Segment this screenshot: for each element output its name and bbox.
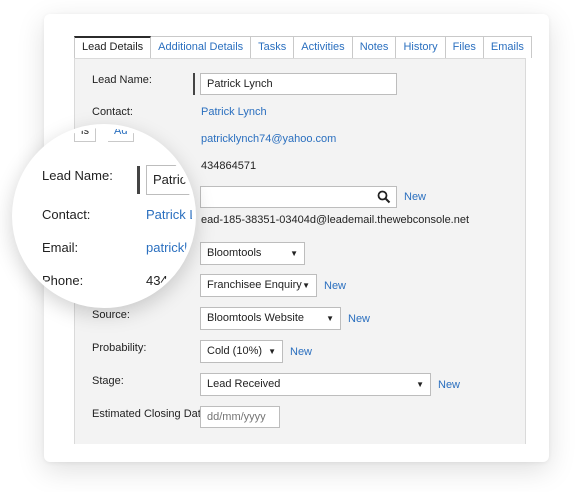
zoom-lead-name-label: Lead Name: xyxy=(42,168,113,183)
caret-down-icon: ▼ xyxy=(326,314,334,323)
stage-select[interactable]: Lead Received ▼ xyxy=(200,373,431,396)
contact-link[interactable]: Patrick Lynch xyxy=(201,106,267,118)
phone-value: 434864571 xyxy=(201,160,257,172)
zoom-email-link: patricklyn xyxy=(146,240,196,255)
contact-label: Contact: xyxy=(92,106,133,118)
tab-files[interactable]: Files xyxy=(445,36,484,58)
source-select[interactable]: Bloomtools Website ▼ xyxy=(200,307,341,330)
probability-label: Probability: xyxy=(92,342,147,354)
tab-notes[interactable]: Notes xyxy=(352,36,397,58)
tab-activities[interactable]: Activities xyxy=(294,36,353,58)
caret-down-icon: ▼ xyxy=(416,380,424,389)
probability-select[interactable]: Cold (10%) ▼ xyxy=(200,340,283,363)
tab-emails[interactable]: Emails xyxy=(483,36,532,58)
tab-lead-details[interactable]: Lead Details xyxy=(74,36,152,58)
enquiry-type-new-link[interactable]: New xyxy=(324,280,346,292)
required-marker xyxy=(193,73,195,95)
tab-history[interactable]: History xyxy=(396,36,446,58)
search-icon[interactable] xyxy=(377,190,391,204)
zoom-lead-name-input: Patric xyxy=(146,165,192,195)
source-label: Source: xyxy=(92,309,130,321)
enquiry-type-select[interactable]: Franchisee Enquiry ▼ xyxy=(200,274,317,297)
zoom-phone-label: Phone: xyxy=(42,273,84,288)
caret-down-icon: ▼ xyxy=(268,347,276,356)
company-search-input[interactable] xyxy=(200,186,397,208)
zoom-email-label: Email: xyxy=(42,240,79,255)
tab-bar: Lead Details Additional Details Tasks Ac… xyxy=(74,36,532,58)
zoom-tab-fragment: ls xyxy=(74,128,96,142)
probability-new-link[interactable]: New xyxy=(290,346,312,358)
email-link[interactable]: patricklynch74@yahoo.com xyxy=(201,133,336,145)
stage-label: Stage: xyxy=(92,375,124,387)
caret-down-icon: ▼ xyxy=(302,281,310,290)
closing-date-input[interactable] xyxy=(200,406,280,428)
company-select[interactable]: Bloomtools ▼ xyxy=(200,242,305,265)
company-new-link[interactable]: New xyxy=(404,191,426,203)
lead-name-input[interactable] xyxy=(200,73,397,95)
caret-down-icon: ▼ xyxy=(290,249,298,258)
zoom-required-marker xyxy=(137,166,140,194)
tab-tasks[interactable]: Tasks xyxy=(251,36,295,58)
lead-name-label: Lead Name: xyxy=(92,74,152,86)
stage-new-link[interactable]: New xyxy=(438,379,460,391)
tab-additional-details[interactable]: Additional Details xyxy=(151,36,252,58)
zoom-contact-link: Patrick Ly xyxy=(146,207,196,222)
magnifier-lens: ls Ad Lead Name: Patric Contact: Patrick… xyxy=(12,124,196,308)
lead-email-address: ead-185-38351-03404d@leademail.thewebcon… xyxy=(201,214,470,226)
zoom-contact-label: Contact: xyxy=(42,207,91,222)
zoom-phone-value: 43486 xyxy=(146,273,183,288)
closing-date-label: Estimated Closing Date: xyxy=(92,408,210,420)
source-new-link[interactable]: New xyxy=(348,313,370,325)
